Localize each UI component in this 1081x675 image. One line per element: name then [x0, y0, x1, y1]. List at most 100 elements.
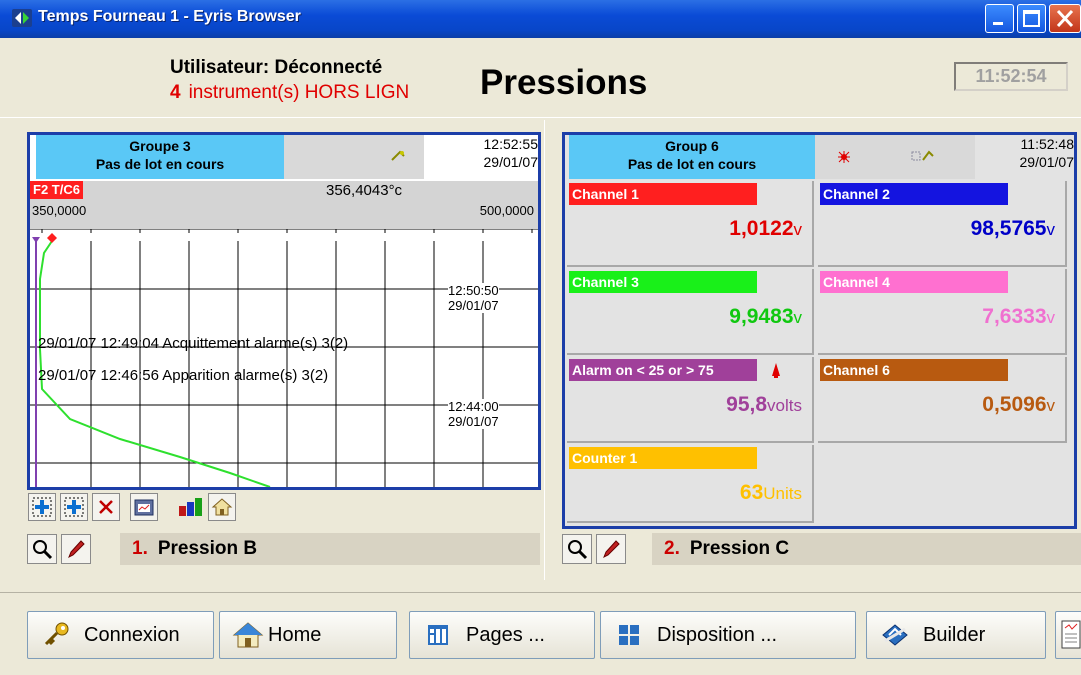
trend-chart[interactable] — [30, 229, 538, 487]
home-view-button[interactable] — [208, 493, 236, 521]
plus-icon — [64, 497, 84, 517]
pencil-icon — [603, 540, 620, 559]
group-date: 29/01/07 — [1019, 154, 1075, 170]
connexion-button[interactable]: Connexion — [27, 611, 214, 659]
zoom-button[interactable] — [562, 534, 592, 564]
timestamp-2-time: 12:44:00 — [448, 399, 499, 414]
home-icon — [232, 622, 264, 648]
builder-icon — [882, 624, 908, 646]
channel-number: 9,9483 — [729, 305, 794, 328]
channel-tile[interactable]: Channel 6 0,5096v — [818, 357, 1067, 443]
edit-button[interactable] — [596, 534, 626, 564]
channel-value: 98,5765v — [971, 217, 1055, 241]
channel-label: Channel 6 — [820, 359, 1008, 381]
offline-instruments: 4 instrument(s) HORS LIGN — [170, 82, 409, 104]
channel-unit: v — [793, 308, 803, 327]
timestamp-1-time: 12:50:50 — [448, 283, 499, 298]
channel-unit: v — [1046, 220, 1056, 239]
minimize-icon — [993, 22, 1003, 25]
color-bars-icon — [179, 498, 202, 516]
group-name: Groupe 3 — [129, 138, 191, 154]
colors-button[interactable] — [176, 493, 204, 521]
channel-tile[interactable]: Counter 1 63Units — [567, 445, 814, 523]
zoom-button[interactable] — [27, 534, 57, 564]
status-area — [284, 135, 424, 179]
home-icon — [211, 498, 233, 516]
scale-min: 350,0000 — [32, 203, 87, 218]
group-time: 12:52:55 — [483, 136, 539, 152]
channel-number: 0,5096 — [982, 393, 1047, 416]
minimize-button[interactable] — [985, 4, 1014, 33]
disposition-button[interactable]: Disposition ... — [600, 611, 856, 659]
offline-text: instrument(s) HORS LIGN — [188, 82, 410, 103]
group-time-block: 12:52:55 29/01/07 — [424, 135, 539, 171]
add-pen-alt-button[interactable] — [60, 493, 88, 521]
view-number: 2. — [664, 538, 680, 559]
status-icon — [911, 150, 934, 161]
pen-strip: F2 T/C6 356,4043°c 350,0000 500,0000 — [30, 181, 538, 229]
status-icon — [391, 150, 405, 161]
magnifier-icon — [33, 540, 53, 560]
channel-label: Channel 1 — [569, 183, 757, 205]
group-date: 29/01/07 — [483, 154, 539, 170]
chart-view-button[interactable] — [130, 493, 158, 521]
channel-unit: volts — [767, 396, 802, 415]
group-time-block: 11:52:48 29/01/07 — [975, 135, 1075, 171]
channels-frame: Group 6 Pas de lot en cours 11:52:48 29/… — [562, 132, 1077, 529]
scale-max: 500,0000 — [479, 203, 534, 218]
report-icon — [1061, 620, 1081, 649]
view-name-2[interactable]: 2. Pression C — [652, 533, 1081, 565]
channel-tile[interactable]: Channel 4 7,6333v — [818, 269, 1067, 355]
edit-button[interactable] — [61, 534, 91, 564]
magnifier-icon — [568, 540, 588, 560]
channel-number: 7,6333 — [982, 305, 1047, 328]
close-button[interactable] — [1049, 4, 1081, 33]
home-button[interactable]: Home — [219, 611, 397, 659]
connexion-label: Connexion — [84, 623, 180, 646]
window-title: Temps Fourneau 1 - Eyris Browser — [38, 8, 301, 25]
channel-number: 1,0122 — [729, 217, 794, 240]
chart-icon — [134, 499, 154, 516]
view-name-1[interactable]: 1. Pression B — [120, 533, 540, 565]
channel-number: 98,5765 — [970, 217, 1047, 240]
pages-button[interactable]: Pages ... — [409, 611, 595, 659]
batch-status: Pas de lot en cours — [627, 156, 757, 172]
home-label: Home — [268, 623, 322, 646]
group-name: Group 6 — [665, 138, 719, 154]
channel-value: 7,6333v — [982, 305, 1055, 329]
pen-tag[interactable]: F2 T/C6 — [30, 181, 83, 199]
group-time: 11:52:48 — [1020, 136, 1074, 152]
add-pen-button[interactable] — [28, 493, 56, 521]
layout-icon — [619, 625, 639, 645]
channel-unit: Units — [763, 484, 802, 503]
title-bar[interactable]: Temps Fourneau 1 - Eyris Browser — [0, 0, 1081, 38]
view-toolbar-1 — [27, 533, 95, 565]
view-number: 1. — [132, 538, 148, 559]
channel-value: 0,5096v — [982, 393, 1055, 417]
channel-value: 63Units — [740, 481, 802, 505]
delete-button[interactable] — [92, 493, 120, 521]
group-header[interactable]: Group 6 Pas de lot en cours — [569, 135, 815, 179]
channel-tile[interactable]: Channel 2 98,5765v — [818, 181, 1067, 267]
channel-number: 95,8 — [726, 393, 768, 416]
clock: 11:52:54 — [954, 62, 1068, 91]
builder-button[interactable]: Builder — [866, 611, 1046, 659]
channel-value: 95,8volts — [726, 393, 802, 417]
maximize-icon — [1023, 10, 1040, 27]
group-header[interactable]: Groupe 3 Pas de lot en cours — [36, 135, 284, 179]
maximize-button[interactable] — [1017, 4, 1046, 33]
timestamp-2-date: 29/01/07 — [448, 414, 499, 429]
channel-label: Channel 4 — [820, 271, 1008, 293]
page-header: Utilisateur: Déconnecté 4 instrument(s) H… — [0, 38, 1081, 118]
builder-label: Builder — [923, 623, 986, 646]
report-button[interactable] — [1055, 611, 1081, 659]
alarm-bug-icon — [838, 151, 850, 163]
channel-tile[interactable]: Channel 1 1,0122v — [567, 181, 814, 267]
channel-tile[interactable]: Alarm on < 25 or > 75 95,8volts — [567, 357, 814, 443]
right-panel: Group 6 Pas de lot en cours 11:52:48 29/… — [552, 120, 1081, 580]
user-status: Utilisateur: Déconnecté — [170, 57, 383, 78]
key-icon — [44, 622, 69, 646]
delete-icon — [99, 500, 113, 514]
channel-tile[interactable]: Channel 3 9,9483v — [567, 269, 814, 355]
browser-window: Temps Fourneau 1 - Eyris Browser Utilisa… — [0, 0, 1081, 675]
